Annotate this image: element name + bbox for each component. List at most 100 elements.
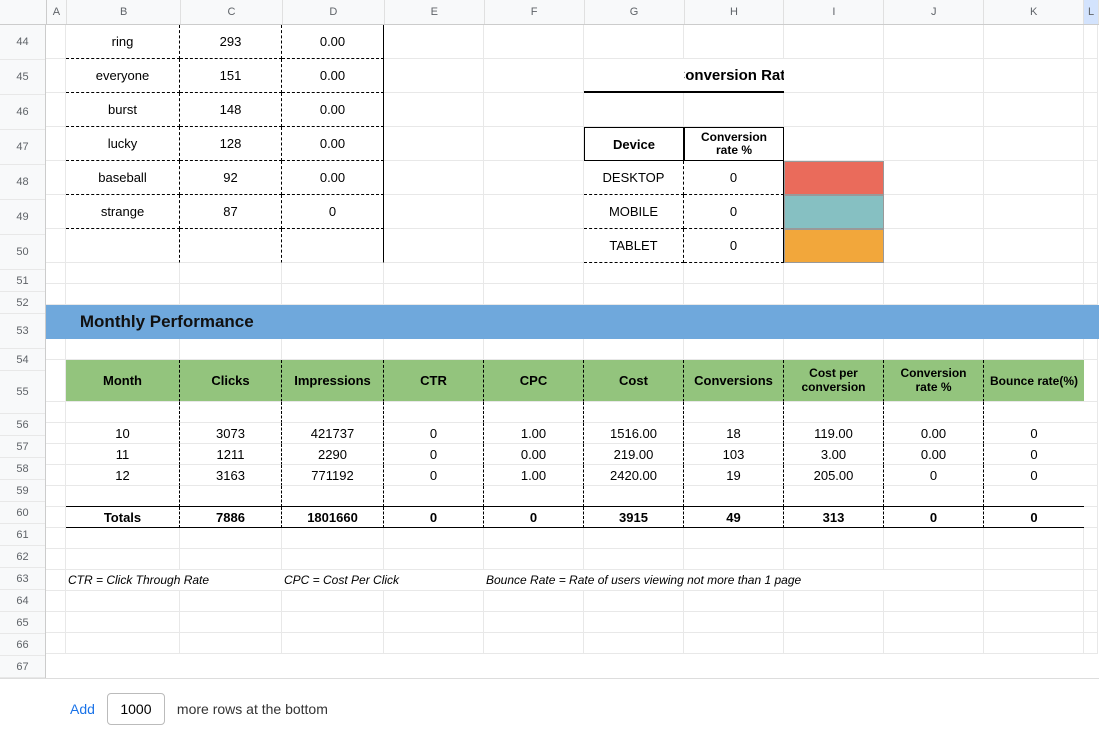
add-rows-input[interactable] xyxy=(107,693,165,725)
cell[interactable]: 103 xyxy=(684,444,784,465)
cell[interactable]: 0.00 xyxy=(484,444,584,465)
cell[interactable]: 0 xyxy=(384,465,484,486)
row-header[interactable]: 64 xyxy=(0,590,45,612)
cell[interactable]: 18 xyxy=(684,423,784,444)
cell[interactable]: 19 xyxy=(684,465,784,486)
add-rows-button[interactable]: Add xyxy=(70,701,95,717)
cr-rate[interactable]: 0 xyxy=(684,229,784,263)
row-header[interactable]: 54 xyxy=(0,349,45,371)
cell[interactable]: 771192 xyxy=(282,465,384,486)
cell[interactable] xyxy=(282,229,384,263)
cell[interactable]: 0.00 xyxy=(884,444,984,465)
cell[interactable]: 0 xyxy=(384,423,484,444)
cell[interactable]: 0 xyxy=(384,444,484,465)
cell[interactable]: 1.00 xyxy=(484,423,584,444)
cell[interactable]: 0 xyxy=(984,465,1084,486)
col-header-J[interactable]: J xyxy=(884,0,984,24)
cr-rate[interactable]: 0 xyxy=(684,161,784,195)
cell[interactable]: 87 xyxy=(180,195,282,229)
cell[interactable]: 205.00 xyxy=(784,465,884,486)
col-header-C[interactable]: C xyxy=(181,0,283,24)
cell[interactable]: ring xyxy=(66,25,180,59)
cell[interactable]: 0 xyxy=(884,465,984,486)
cell[interactable]: 151 xyxy=(180,59,282,93)
cell[interactable]: 0 xyxy=(984,444,1084,465)
cr-device[interactable]: MOBILE xyxy=(584,195,684,229)
cr-rate[interactable]: 0 xyxy=(684,195,784,229)
cell[interactable]: 12 xyxy=(66,465,180,486)
cell[interactable]: 2420.00 xyxy=(584,465,684,486)
col-header-L[interactable]: L xyxy=(1084,0,1099,24)
row-header[interactable]: 55 xyxy=(0,371,45,414)
row-header[interactable]: 59 xyxy=(0,480,45,502)
select-all-corner[interactable] xyxy=(0,0,47,24)
cell[interactable]: 0.00 xyxy=(282,127,384,161)
row-header[interactable]: 49 xyxy=(0,200,45,235)
cell[interactable]: strange xyxy=(66,195,180,229)
totals-cell[interactable]: 49 xyxy=(684,507,784,528)
row-header[interactable]: 62 xyxy=(0,546,45,568)
row-header[interactable]: 47 xyxy=(0,130,45,165)
row-header[interactable]: 52 xyxy=(0,292,45,314)
row-header[interactable]: 46 xyxy=(0,95,45,130)
cell[interactable]: 0.00 xyxy=(282,59,384,93)
row-header[interactable]: 57 xyxy=(0,436,45,458)
row-header[interactable]: 65 xyxy=(0,612,45,634)
cell-grid[interactable]: ring 293 0.00 everyone 151 0.00 Conversi… xyxy=(46,25,1099,678)
cell[interactable]: 0.00 xyxy=(884,423,984,444)
totals-cell[interactable]: 0 xyxy=(384,507,484,528)
cell[interactable] xyxy=(66,229,180,263)
cell[interactable]: 92 xyxy=(180,161,282,195)
col-header-I[interactable]: I xyxy=(784,0,884,24)
cell[interactable]: 119.00 xyxy=(784,423,884,444)
totals-cell[interactable]: 3915 xyxy=(584,507,684,528)
cell[interactable]: burst xyxy=(66,93,180,127)
cell[interactable]: 3.00 xyxy=(784,444,884,465)
cell[interactable] xyxy=(180,229,282,263)
cell[interactable]: 148 xyxy=(180,93,282,127)
totals-cell[interactable]: 0 xyxy=(884,507,984,528)
row-header[interactable]: 66 xyxy=(0,634,45,656)
row-header[interactable]: 45 xyxy=(0,60,45,95)
totals-cell[interactable]: 7886 xyxy=(180,507,282,528)
cell[interactable]: 2290 xyxy=(282,444,384,465)
row-header[interactable]: 50 xyxy=(0,235,45,270)
cell[interactable]: baseball xyxy=(66,161,180,195)
cell[interactable]: 10 xyxy=(66,423,180,444)
col-header-D[interactable]: D xyxy=(283,0,385,24)
totals-cell[interactable]: 0 xyxy=(484,507,584,528)
cell[interactable]: 3163 xyxy=(180,465,282,486)
cell[interactable]: 0.00 xyxy=(282,93,384,127)
row-header[interactable]: 61 xyxy=(0,524,45,546)
cell[interactable]: 1516.00 xyxy=(584,423,684,444)
col-header-A[interactable]: A xyxy=(47,0,68,24)
cell[interactable]: 0 xyxy=(282,195,384,229)
cr-device[interactable]: TABLET xyxy=(584,229,684,263)
col-header-H[interactable]: H xyxy=(685,0,785,24)
row-header[interactable]: 51 xyxy=(0,270,45,292)
col-header-G[interactable]: G xyxy=(585,0,685,24)
row-header[interactable]: 63 xyxy=(0,568,45,590)
row-header[interactable]: 56 xyxy=(0,414,45,436)
row-header[interactable]: 58 xyxy=(0,458,45,480)
cell[interactable]: 293 xyxy=(180,25,282,59)
totals-cell[interactable]: 313 xyxy=(784,507,884,528)
totals-cell[interactable]: 1801660 xyxy=(282,507,384,528)
cell[interactable]: 0.00 xyxy=(282,161,384,195)
col-header-B[interactable]: B xyxy=(67,0,181,24)
cell[interactable]: everyone xyxy=(66,59,180,93)
totals-cell[interactable]: 0 xyxy=(984,507,1084,528)
cell[interactable]: 421737 xyxy=(282,423,384,444)
cell[interactable]: 1.00 xyxy=(484,465,584,486)
cell[interactable]: 219.00 xyxy=(584,444,684,465)
cell[interactable]: 128 xyxy=(180,127,282,161)
row-header[interactable]: 44 xyxy=(0,25,45,60)
col-header-F[interactable]: F xyxy=(485,0,585,24)
cell[interactable]: 0.00 xyxy=(282,25,384,59)
col-header-E[interactable]: E xyxy=(385,0,485,24)
cell[interactable]: 3073 xyxy=(180,423,282,444)
cr-device[interactable]: DESKTOP xyxy=(584,161,684,195)
row-header[interactable]: 48 xyxy=(0,165,45,200)
cell[interactable]: lucky xyxy=(66,127,180,161)
col-header-K[interactable]: K xyxy=(984,0,1084,24)
